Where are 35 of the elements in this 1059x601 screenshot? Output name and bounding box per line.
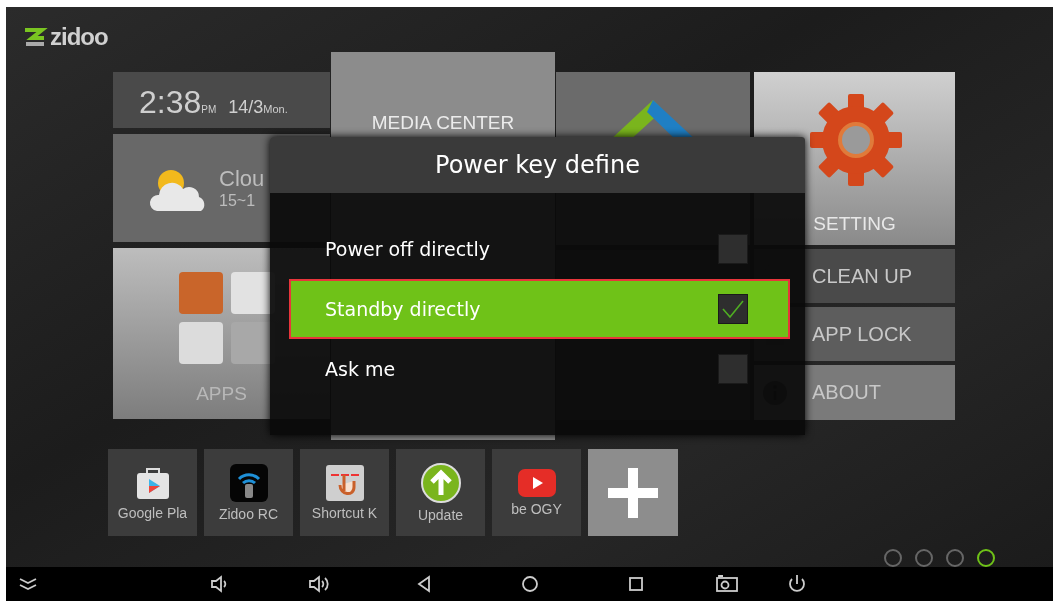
clock-date: 14/3 [228,97,264,118]
menu-label: ABOUT [812,381,881,404]
app-label: Google Pla [117,504,188,521]
weather-condition: Clou [219,166,265,192]
app-shortcut-tile[interactable]: Google Pla [108,449,197,536]
add-shortcut-tile[interactable] [588,449,678,536]
logo-icon [22,26,48,48]
play-icon [517,468,556,497]
menu-label: CLEAN UP [812,264,913,288]
setting-label: SETTING [813,213,896,235]
clock-meridiem: PM [201,104,217,115]
app-label: Update [417,506,464,523]
volume-up-icon[interactable] [306,572,330,596]
app-shortcut-tile[interactable]: Update [396,449,485,536]
dialog-title: Power key define [270,137,805,193]
check-icon [721,299,745,319]
app-shortcut-tile[interactable]: Shortcut K [300,449,389,536]
gear-icon [808,92,904,188]
checkbox[interactable] [718,294,748,324]
app-shortcut-tile[interactable]: Zidoo RC [204,449,293,536]
app-label: Shortcut K [311,504,378,521]
weather-temperature: 15~1 [219,192,257,210]
menu-label: APP LOCK [812,322,912,346]
logo-text: zidoo [50,25,108,49]
clock-time: 2:38 [139,84,202,121]
media-center-label: MEDIA CENTER [371,112,515,134]
clock-tile[interactable]: 2:38PM 14/3Mon. [113,72,330,128]
app-shortcut-tile[interactable]: be OGY [492,449,581,536]
plus-icon [606,465,660,520]
checkbox[interactable] [718,234,748,264]
remote-icon [229,463,268,502]
app-label: be OGY [511,500,562,517]
checkbox[interactable] [718,354,748,384]
clock-weekday: Mon. [263,103,288,115]
app-label: Zidoo RC [218,505,279,522]
